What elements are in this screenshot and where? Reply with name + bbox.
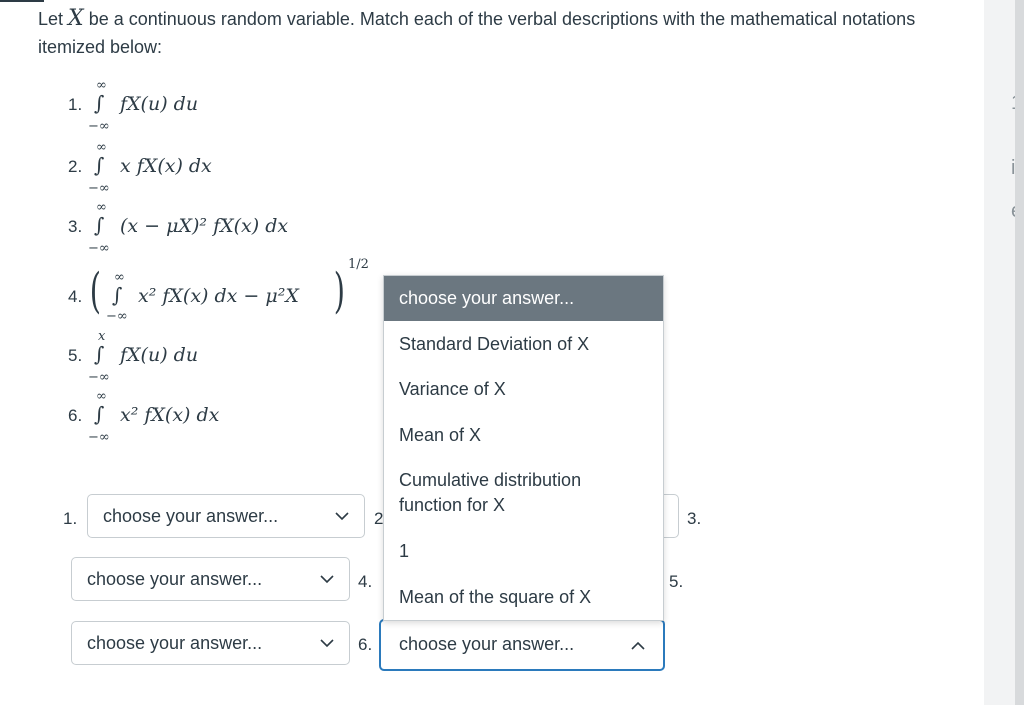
right-paren: ): [333, 263, 345, 319]
dropdown-option-mean[interactable]: Mean of X: [384, 423, 663, 448]
item-expression: x² fX(x) dx: [120, 404, 220, 426]
answer-label-4: 4.: [358, 572, 373, 591]
integral-icon: ∫: [94, 91, 105, 115]
item-expression: x² fX(x) dx − μ²X: [138, 285, 299, 307]
lower-limit: −∞: [88, 370, 110, 385]
question-prefix: Let: [38, 9, 64, 29]
integral-icon: ∫: [94, 153, 105, 177]
dropdown-option-placeholder[interactable]: choose your answer...: [384, 276, 663, 321]
chevron-down-icon: [335, 512, 349, 521]
integral-icon: ∫: [112, 283, 123, 307]
answer-select-2[interactable]: [662, 494, 679, 538]
answer-select-3[interactable]: choose your answer...: [71, 557, 350, 601]
dropdown-option-variance[interactable]: Variance of X: [384, 377, 663, 402]
answer-label-5: 5.: [669, 572, 684, 591]
dropdown-option-mean-square[interactable]: Mean of the square of X: [384, 585, 663, 610]
scrollbar[interactable]: [1015, 0, 1024, 705]
integral-icon: ∫: [94, 402, 105, 426]
question-suffix: be a continuous random variable. Match e…: [38, 9, 916, 57]
top-rule: [0, 0, 44, 2]
item-expression: fX(u) du: [120, 93, 199, 115]
lower-limit: −∞: [88, 241, 110, 256]
item-expression: fX(u) du: [120, 344, 199, 366]
left-paren: (: [89, 263, 101, 319]
item-expression: (x − μX)² fX(x) dx: [120, 215, 289, 237]
lower-limit: −∞: [88, 430, 110, 445]
select-value: choose your answer...: [87, 633, 263, 653]
answer-label-3: 3.: [687, 509, 702, 528]
item-number: 5.: [68, 346, 83, 365]
dropdown-menu: choose your answer... Standard Deviation…: [383, 275, 664, 621]
dropdown-option-cdf[interactable]: Cumulative distribution function for X: [384, 468, 644, 518]
chevron-down-icon: [320, 639, 334, 648]
item-number: 3.: [68, 217, 83, 236]
select-value: choose your answer...: [87, 569, 263, 589]
chevron-down-icon: [320, 575, 334, 584]
item-number: 2.: [68, 157, 83, 176]
lower-limit: −∞: [88, 119, 110, 134]
select-value: choose your answer...: [399, 634, 575, 654]
answer-label-1: 1.: [63, 509, 78, 528]
answer-select-6[interactable]: choose your answer...: [379, 619, 665, 671]
lower-limit: −∞: [106, 309, 128, 324]
integral-icon: ∫: [94, 213, 105, 237]
item-number: 6.: [68, 406, 83, 425]
lower-limit: −∞: [88, 181, 110, 196]
integral-icon: ∫: [94, 342, 105, 366]
answer-select-1[interactable]: choose your answer...: [87, 494, 365, 538]
answer-select-5[interactable]: choose your answer...: [71, 621, 350, 665]
exponent: 1/2: [348, 257, 369, 272]
item-number: 1.: [68, 95, 83, 114]
chevron-up-icon: [631, 641, 645, 650]
dropdown-option-one[interactable]: 1: [384, 539, 663, 564]
question-text: Let X be a continuous random variable. M…: [38, 5, 938, 61]
question-variable: X: [68, 6, 84, 31]
answer-label-6: 6.: [358, 635, 373, 654]
select-value: choose your answer...: [103, 506, 279, 526]
item-expression: x fX(x) dx: [120, 155, 212, 177]
dropdown-option-standard-deviation[interactable]: Standard Deviation of X: [384, 332, 663, 357]
item-number: 4.: [68, 287, 83, 306]
